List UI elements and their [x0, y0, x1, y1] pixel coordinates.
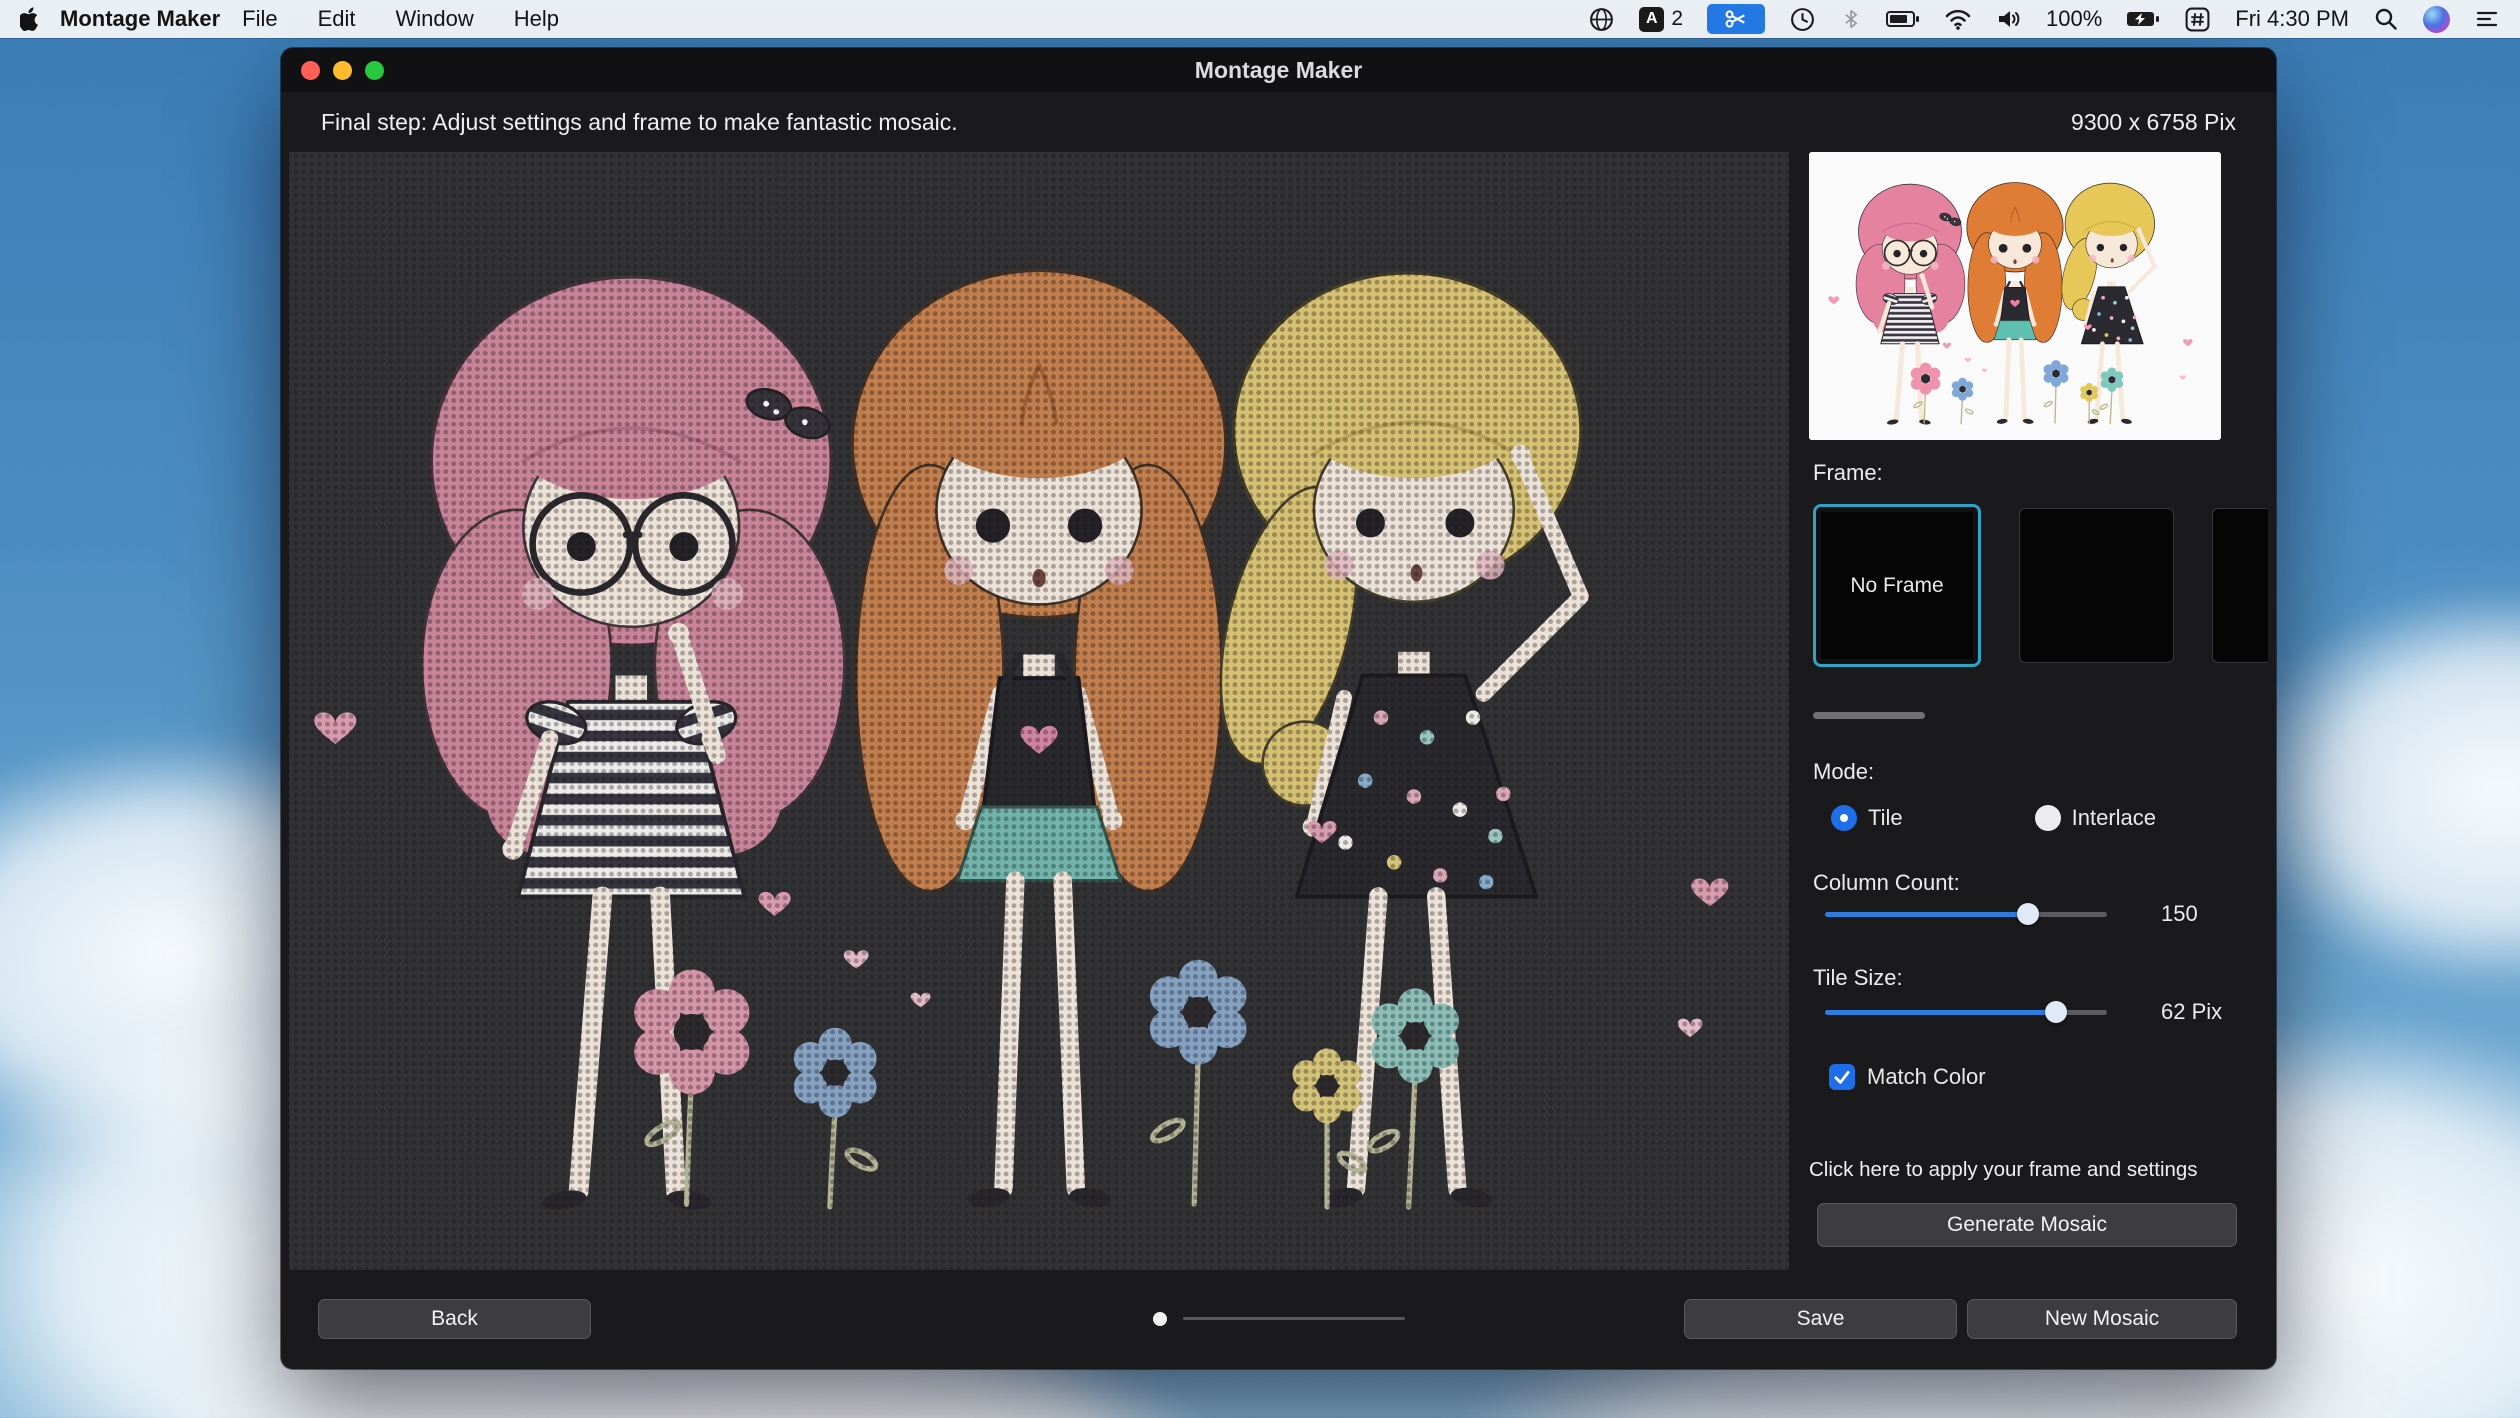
apple-menu-icon[interactable]: [20, 4, 40, 34]
frame-option-3[interactable]: [2212, 508, 2268, 663]
menu-bar: Montage Maker File Edit Window Help A 2: [0, 0, 2520, 38]
notification-center-icon[interactable]: [2474, 4, 2500, 34]
mode-radio-tile[interactable]: Tile: [1831, 805, 1903, 831]
frame-label: Frame:: [1813, 460, 1883, 485]
app-window: Montage Maker Final step: Adjust setting…: [281, 48, 2276, 1369]
frame-option-2[interactable]: [2019, 508, 2174, 663]
battery-icon[interactable]: [1886, 4, 1920, 34]
generate-mosaic-button[interactable]: Generate Mosaic: [1817, 1203, 2237, 1247]
frame-list: No Frame: [1813, 504, 2268, 670]
input-source-icon[interactable]: A 2: [1639, 6, 1684, 32]
tile-size-label: Tile Size:: [1813, 965, 1903, 990]
bluetooth-icon[interactable]: [1840, 4, 1862, 34]
input-source-letter: A: [1639, 6, 1665, 32]
match-color-label: Match Color: [1867, 1064, 1986, 1089]
traffic-lights: [301, 48, 384, 92]
column-count-slider-knob[interactable]: [2017, 903, 2040, 925]
menu-help[interactable]: Help: [514, 6, 559, 32]
mode-options: Tile Interlace: [1831, 805, 2156, 831]
tile-size-value: 62 Pix: [2161, 999, 2223, 1024]
instruction-text: Final step: Adjust settings and frame to…: [321, 108, 958, 135]
new-mosaic-button[interactable]: New Mosaic: [1967, 1299, 2237, 1339]
no-frame-label: No Frame: [1850, 573, 1944, 597]
window-titlebar[interactable]: Montage Maker: [281, 48, 2276, 92]
apply-hint: Click here to apply your frame and setti…: [1809, 1158, 2198, 1181]
menu-app-name[interactable]: Montage Maker: [60, 6, 220, 32]
tile-size-slider-knob[interactable]: [2045, 1001, 2068, 1023]
save-button[interactable]: Save: [1684, 1299, 1957, 1339]
frame-scrollbar[interactable]: [1813, 712, 1925, 719]
back-button[interactable]: Back: [318, 1299, 591, 1339]
zoom-button[interactable]: [365, 60, 384, 80]
search-icon[interactable]: [2373, 4, 2399, 34]
mode-label: Mode:: [1813, 759, 1875, 784]
siri-icon[interactable]: [2423, 5, 2450, 33]
match-color-checkbox[interactable]: Match Color: [1829, 1064, 1986, 1090]
menu-edit[interactable]: Edit: [318, 6, 356, 32]
frame-option-no-frame[interactable]: No Frame: [1813, 504, 1981, 667]
column-count-value: 150: [2161, 901, 2198, 926]
menu-window[interactable]: Window: [396, 6, 474, 32]
scrubber-dot[interactable]: [1153, 1312, 1167, 1326]
scrubber-track: [1183, 1317, 1405, 1320]
mode-interlace-label: Interlace: [2071, 805, 2157, 830]
menu-clock[interactable]: Fri 4:30 PM: [2235, 6, 2349, 32]
column-count-label: Column Count:: [1813, 870, 1960, 895]
checkbox-checked-icon[interactable]: [1829, 1064, 1855, 1090]
keypad-icon[interactable]: [2184, 4, 2211, 34]
battery-charging-icon[interactable]: [2126, 4, 2160, 34]
tile-size-slider[interactable]: [1825, 998, 2107, 1026]
globe-icon[interactable]: [1588, 4, 1615, 34]
settings-sidebar: Frame: No Frame Mode: Tile Interlace Col…: [1805, 152, 2268, 1270]
wifi-icon[interactable]: [1944, 4, 1972, 34]
mosaic-preview: [289, 152, 1789, 1270]
scissors-menu-icon[interactable]: [1707, 4, 1766, 34]
radio-selected-icon[interactable]: [1831, 805, 1857, 831]
input-source-count: 2: [1671, 7, 1684, 30]
column-count-slider[interactable]: [1825, 900, 2107, 928]
minimize-button[interactable]: [333, 60, 352, 80]
source-image-thumbnail: [1809, 152, 2221, 440]
close-button[interactable]: [301, 60, 320, 80]
mode-tile-label: Tile: [1868, 805, 1903, 830]
mosaic-preview-image: [289, 152, 1789, 1270]
recent-items-clock-icon[interactable]: [1789, 4, 1816, 34]
battery-percent-label: 100%: [2046, 6, 2103, 31]
radio-unselected-icon[interactable]: [2034, 805, 2061, 831]
volume-icon[interactable]: [1996, 4, 2022, 34]
zoom-scrubber[interactable]: [1153, 1306, 1413, 1332]
menu-file[interactable]: File: [242, 6, 277, 32]
mode-radio-interlace[interactable]: Interlace: [2034, 805, 2157, 831]
window-title: Montage Maker: [1194, 56, 1363, 83]
image-size-label: 9300 x 6758 Pix: [2071, 108, 2236, 135]
